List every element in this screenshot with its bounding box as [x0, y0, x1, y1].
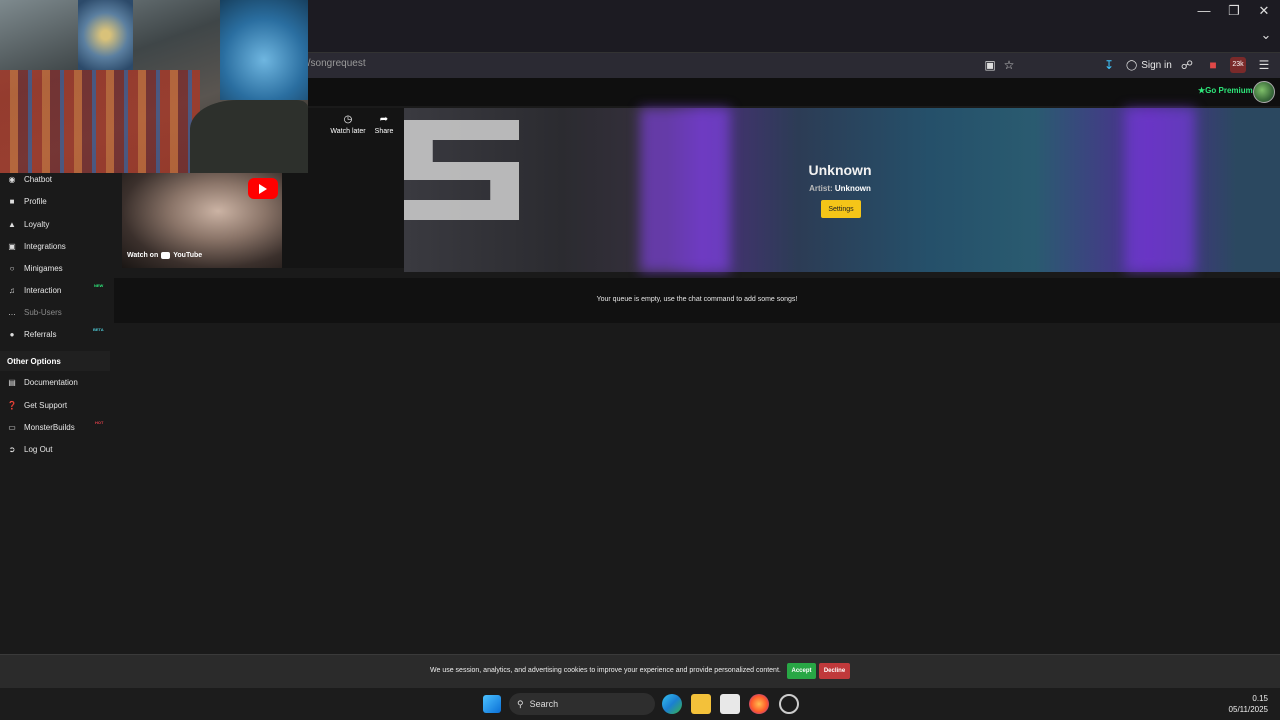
- restore-icon[interactable]: ❐: [1218, 0, 1250, 22]
- webcam-figure: [190, 100, 308, 173]
- section-label: Other Options: [7, 357, 61, 366]
- taskbar-search[interactable]: ⚲ Search: [509, 693, 655, 715]
- play-icon: [259, 183, 267, 194]
- sidebar-item-label: Integrations: [24, 241, 66, 251]
- taskbar-clock[interactable]: 0.15 05/11/2025: [1200, 693, 1268, 715]
- go-premium-label: Go Premium: [1205, 86, 1253, 95]
- sidebar-item-label: Log Out: [24, 444, 53, 454]
- sidebar-item-label: Chatbot: [24, 174, 53, 184]
- sidebar-item-monsterbuilds[interactable]: ▭ MonsterBuilds HOT: [0, 417, 112, 437]
- sidebar-item-profile[interactable]: ■ Profile: [0, 191, 112, 211]
- play-button[interactable]: [248, 178, 278, 199]
- document-icon: ▤: [8, 377, 16, 387]
- minimize-icon[interactable]: —: [1188, 0, 1220, 22]
- new-badge: NEW: [94, 283, 104, 288]
- account-icon: ◯: [1126, 59, 1138, 71]
- sub-users-icon: …: [8, 307, 16, 317]
- banner-glow: [1125, 108, 1195, 272]
- sidebar-item-label: Interaction: [24, 285, 62, 295]
- webcam-blanket: [0, 70, 200, 173]
- extension-counter-badge[interactable]: 23k: [1230, 57, 1246, 73]
- watch-on-label: Watch on: [127, 252, 159, 259]
- chatbot-icon: ◉: [8, 174, 16, 184]
- accept-cookies-button[interactable]: Accept: [787, 663, 816, 679]
- file-explorer-icon[interactable]: [691, 694, 711, 714]
- store-icon[interactable]: [720, 694, 740, 714]
- artist-value: Unknown: [834, 184, 871, 193]
- extensions-icon[interactable]: ☍: [1179, 57, 1195, 73]
- taskbar-search-label: Search: [529, 699, 559, 709]
- webcam-tapestry: [78, 0, 133, 70]
- sidebar-item-log-out[interactable]: ➲ Log Out: [0, 439, 112, 459]
- close-icon[interactable]: ✕: [1248, 0, 1280, 22]
- music-icon: ♫: [9, 285, 15, 295]
- avatar[interactable]: [1253, 81, 1275, 103]
- profile-icon: ■: [9, 196, 15, 206]
- integrations-icon: ▣: [8, 241, 16, 251]
- clock-date: 05/11/2025: [1228, 705, 1268, 714]
- watch-on-youtube-link[interactable]: Watch on YouTube: [127, 252, 202, 259]
- edge-browser-icon[interactable]: [662, 694, 682, 714]
- bookmark-star-icon[interactable]: ☆: [1001, 57, 1017, 73]
- youtube-brand: YouTube: [173, 252, 203, 259]
- webcam-tapestry: [220, 0, 308, 100]
- sidebar-item-label: Sub-Users: [24, 307, 62, 317]
- url-text[interactable]: el/songrequest: [300, 58, 366, 69]
- firefox-icon[interactable]: [749, 694, 769, 714]
- watch-later-label: Watch later: [330, 128, 366, 135]
- sidebar-item-loyalty[interactable]: ▲ Loyalty: [0, 214, 112, 234]
- banner-glow: [640, 108, 730, 272]
- windows-start-icon[interactable]: [483, 695, 501, 713]
- artist-label: Artist:: [809, 184, 833, 193]
- chevron-down-icon[interactable]: ⌄: [1250, 24, 1280, 46]
- decline-cookies-button[interactable]: Decline: [819, 663, 850, 679]
- sidebar-item-get-support[interactable]: ❓ Get Support: [0, 395, 112, 415]
- sidebar-item-label: Minigames: [24, 263, 63, 273]
- sidebar-item-sub-users[interactable]: … Sub-Users: [0, 302, 112, 322]
- reader-view-icon[interactable]: ▣: [982, 57, 998, 73]
- app-icon[interactable]: [779, 694, 799, 714]
- sign-in-label: Sign in: [1141, 59, 1172, 71]
- banner-artwork: [404, 120, 519, 220]
- users-icon: ●: [9, 329, 15, 339]
- sidebar-item-minigames[interactable]: ○ Minigames: [0, 258, 112, 278]
- beta-badge: BETA: [93, 327, 104, 332]
- share-icon: ➦: [379, 114, 389, 125]
- hot-badge: HOT: [95, 420, 104, 425]
- clock-icon: ◷: [343, 114, 353, 125]
- gamepad-icon: ○: [9, 263, 15, 273]
- sidebar-item-label: Get Support: [24, 400, 68, 410]
- sidebar-item-label: Loyalty: [24, 219, 50, 229]
- settings-button[interactable]: Settings: [821, 200, 861, 218]
- help-icon: ❓: [7, 400, 17, 410]
- sidebar-item-documentation[interactable]: ▤ Documentation: [0, 372, 112, 392]
- sidebar-item-label: Profile: [24, 196, 47, 206]
- sidebar-item-label: Documentation: [24, 377, 78, 387]
- download-icon[interactable]: ↧: [1101, 57, 1117, 73]
- search-icon: ⚲: [517, 698, 524, 709]
- sidebar-item-referrals[interactable]: ● Referrals BETA: [0, 324, 112, 344]
- sidebar-item-interaction[interactable]: ♫ Interaction NEW: [0, 280, 112, 300]
- laptop-icon: ▭: [8, 422, 16, 432]
- logout-icon: ➲: [8, 444, 16, 454]
- queue-empty-message: Your queue is empty, use the chat comman…: [596, 296, 798, 303]
- youtube-logo-icon: [161, 252, 171, 259]
- share-button[interactable]: ➦ Share: [364, 114, 404, 135]
- trophy-icon: ▲: [8, 219, 16, 229]
- sidebar-item-chatbot[interactable]: ◉ Chatbot: [0, 169, 112, 189]
- webcam-overlay: [0, 0, 308, 173]
- sidebar-item-integrations[interactable]: ▣ Integrations: [0, 236, 112, 256]
- artist-line: Artist: Unknown: [760, 184, 920, 193]
- share-label: Share: [374, 128, 394, 135]
- go-premium-link[interactable]: ★Go Premium: [1198, 86, 1253, 95]
- clock-time: 0.15: [1252, 694, 1268, 703]
- song-title: Unknown: [808, 162, 872, 178]
- extension-red-icon[interactable]: ■: [1205, 57, 1221, 73]
- sidebar-item-label: MonsterBuilds: [24, 422, 75, 432]
- sidebar-item-label: Referrals: [24, 329, 57, 339]
- watch-later-button[interactable]: ◷ Watch later: [328, 114, 368, 135]
- sign-in-button[interactable]: ◯ Sign in: [1126, 57, 1172, 73]
- cookie-text: We use session, analytics, and advertisi…: [430, 667, 781, 674]
- menu-icon[interactable]: ☰: [1256, 57, 1272, 73]
